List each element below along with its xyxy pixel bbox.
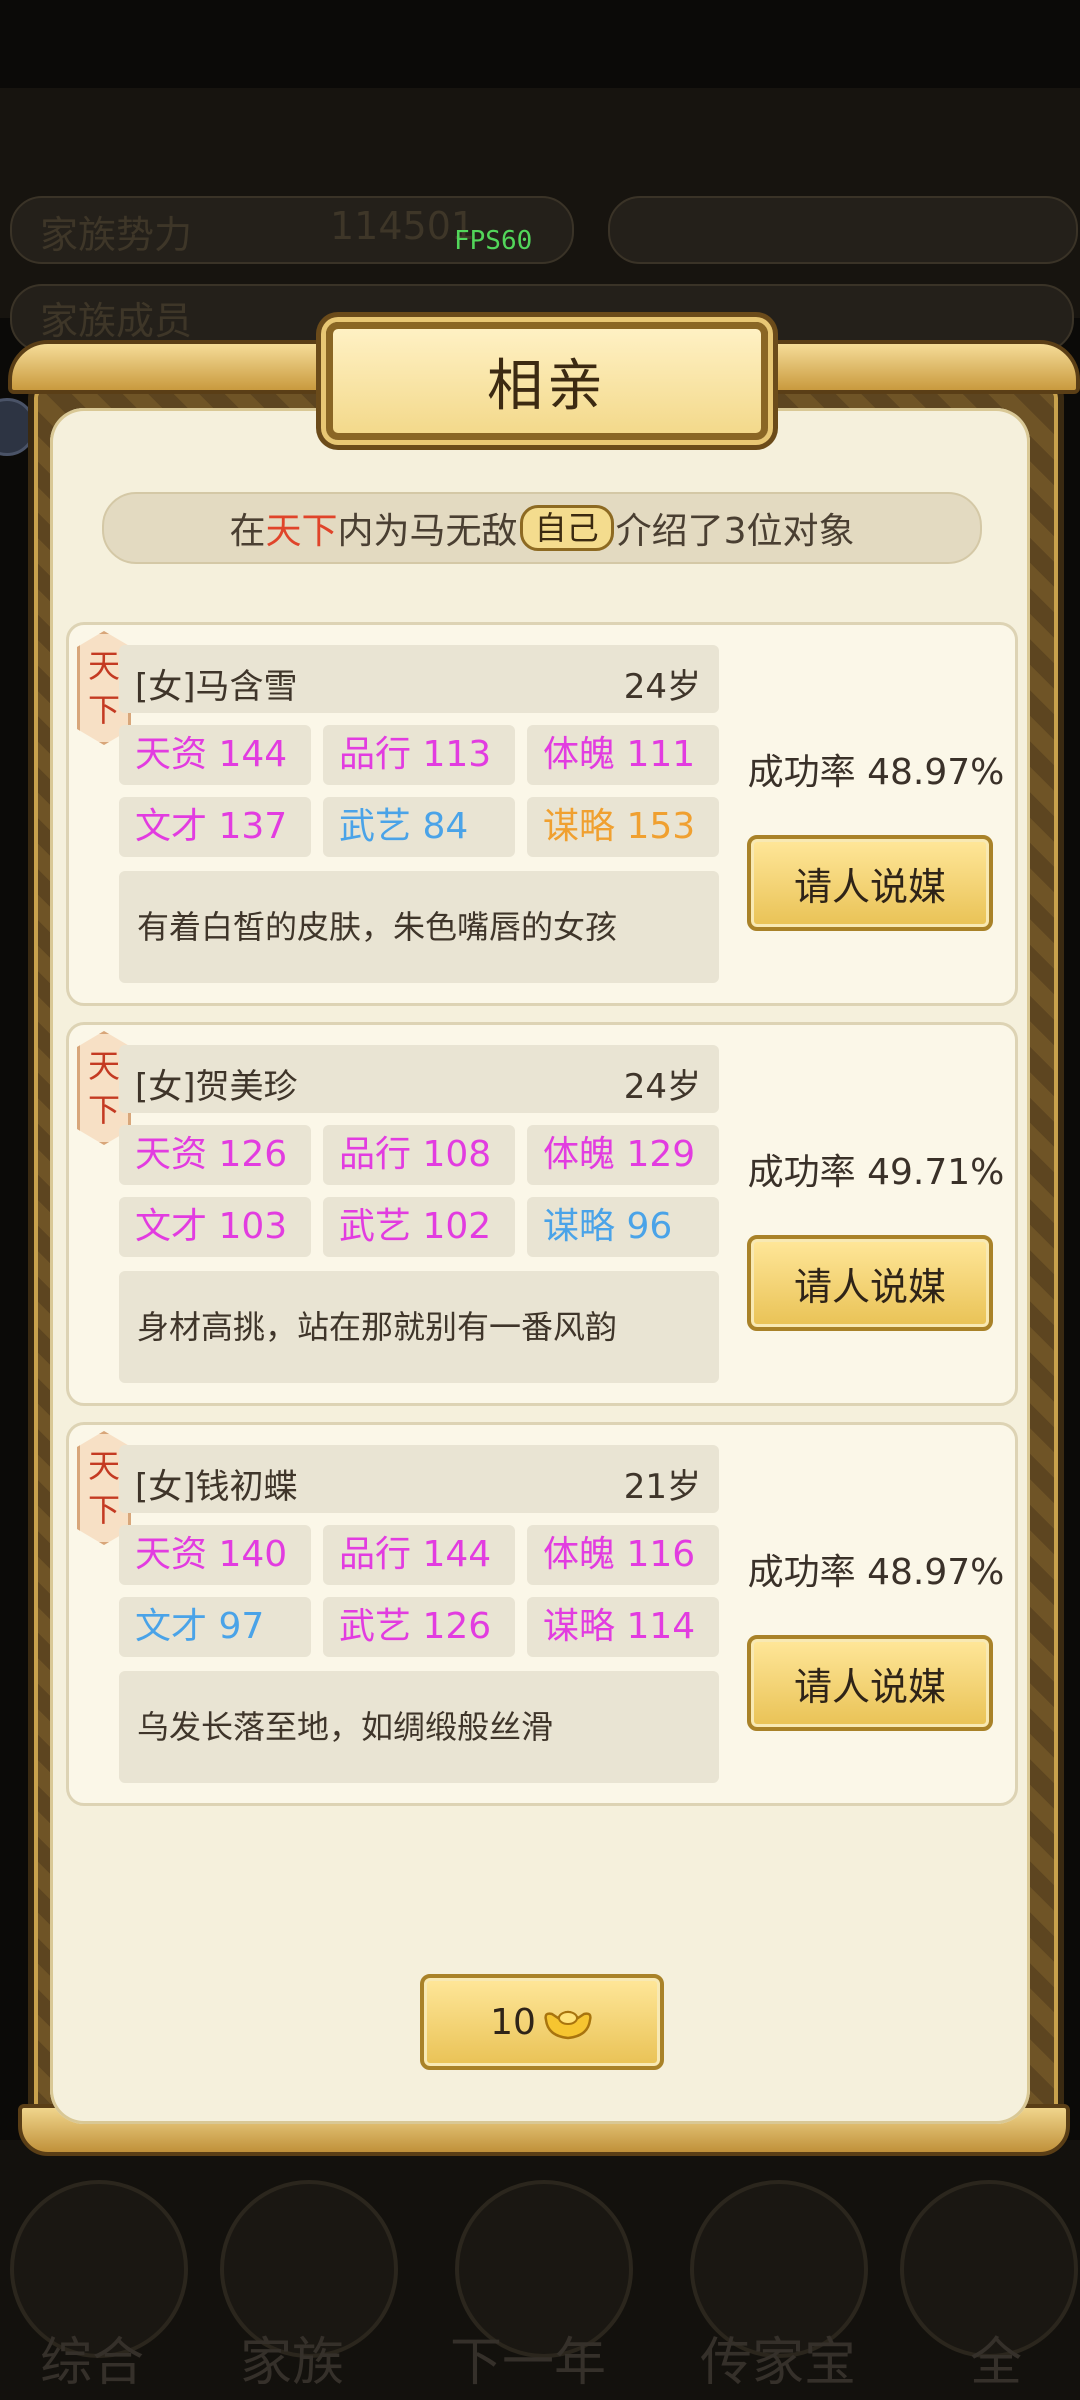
stat-conduct: 品行 144 xyxy=(323,1525,515,1585)
region-tag-char: 下 xyxy=(87,691,120,729)
refresh-candidates-button[interactable]: 10 xyxy=(420,1974,664,2070)
stat-strategy: 谋略 114 xyxy=(527,1597,719,1657)
region-tag-char: 天 xyxy=(87,1047,120,1085)
stat-talent: 天资 126 xyxy=(119,1125,311,1185)
background-nav-label: 综合 xyxy=(40,2333,145,2393)
matchmaker-button[interactable]: 请人说媒 xyxy=(747,1635,993,1731)
region-tag-char: 天 xyxy=(87,647,120,685)
stat-physique: 体魄 111 xyxy=(527,725,719,785)
intro-middle: 内为马无敌 xyxy=(337,511,518,552)
candidate-card: 天 下 [女]贺美珍 24岁 天资 126 品行 108 体魄 129 文才 1… xyxy=(66,1022,1018,1406)
region-tag-char: 天 xyxy=(87,1447,120,1485)
candidate-description: 乌发长落至地，如绸缎般丝滑 xyxy=(119,1671,719,1783)
fps-counter: FPS60 xyxy=(454,226,533,256)
refresh-cost: 10 xyxy=(490,2001,536,2043)
stat-martial: 武艺 126 xyxy=(323,1597,515,1657)
stat-physique: 体魄 129 xyxy=(527,1125,719,1185)
stat-literary: 文才 137 xyxy=(119,797,311,857)
intro-prefix: 在 xyxy=(229,511,266,552)
region-tag-char: 下 xyxy=(87,1091,120,1129)
background-nav-label: 传家宝 xyxy=(700,2333,857,2393)
candidate-age: 21岁 xyxy=(623,1467,701,1507)
stat-martial: 武艺 102 xyxy=(323,1197,515,1257)
stat-literary: 文才 97 xyxy=(119,1597,311,1657)
background-nav-label: 全 xyxy=(970,2333,1023,2393)
candidate-description: 有着白皙的皮肤，朱色嘴唇的女孩 xyxy=(119,871,719,983)
matchmaker-button[interactable]: 请人说媒 xyxy=(747,835,993,931)
gold-ingot-icon xyxy=(544,2010,592,2040)
stat-physique: 体魄 116 xyxy=(527,1525,719,1585)
matchmaker-button[interactable]: 请人说媒 xyxy=(747,1235,993,1331)
stat-strategy: 谋略 153 xyxy=(527,797,719,857)
stat-martial: 武艺 84 xyxy=(323,797,515,857)
stat-literary: 文才 103 xyxy=(119,1197,311,1257)
background-label: 家族成员 xyxy=(40,299,193,343)
name-bar: [女]马含雪 24岁 xyxy=(119,645,719,713)
name-bar: [女]钱初蝶 21岁 xyxy=(119,1445,719,1513)
candidate-name: [女]马含雪 xyxy=(135,667,298,707)
background-label: 家族势力 xyxy=(40,213,193,257)
candidate-age: 24岁 xyxy=(623,667,701,707)
stat-talent: 天资 140 xyxy=(119,1525,311,1585)
stat-strategy: 谋略 96 xyxy=(527,1197,719,1257)
success-rate: 成功率 48.97% xyxy=(747,752,1005,793)
self-badge: 自己 xyxy=(519,505,614,551)
candidate-card: 天 下 [女]钱初蝶 21岁 天资 140 品行 144 体魄 116 文才 9… xyxy=(66,1422,1018,1806)
name-bar: [女]贺美珍 24岁 xyxy=(119,1045,719,1113)
region-tag-char: 下 xyxy=(87,1491,120,1529)
background-resource-row xyxy=(608,196,1078,264)
title-plaque: 相亲 xyxy=(326,322,768,440)
success-rate: 成功率 49.71% xyxy=(747,1152,1005,1193)
background-nav-label: 下一年 xyxy=(450,2333,607,2393)
candidate-age: 24岁 xyxy=(623,1067,701,1107)
stat-conduct: 品行 108 xyxy=(323,1125,515,1185)
success-rate: 成功率 48.97% xyxy=(747,1552,1005,1593)
intro-banner: 在天下 内为马无敌 自己 介绍了3位对象 xyxy=(102,492,982,564)
candidate-description: 身材高挑，站在那就别有一番风韵 xyxy=(119,1271,719,1383)
stat-talent: 天资 144 xyxy=(119,725,311,785)
candidate-name: [女]钱初蝶 xyxy=(135,1467,298,1507)
candidate-card: 天 下 [女]马含雪 24岁 天资 144 品行 113 体魄 111 文才 1… xyxy=(66,622,1018,1006)
intro-suffix: 介绍了3位对象 xyxy=(615,511,855,552)
background-nav-label: 家族 xyxy=(240,2333,345,2393)
modal-title: 相亲 xyxy=(487,353,607,419)
stat-conduct: 品行 113 xyxy=(323,725,515,785)
candidate-name: [女]贺美珍 xyxy=(135,1067,298,1107)
intro-region: 天下 xyxy=(265,511,338,552)
